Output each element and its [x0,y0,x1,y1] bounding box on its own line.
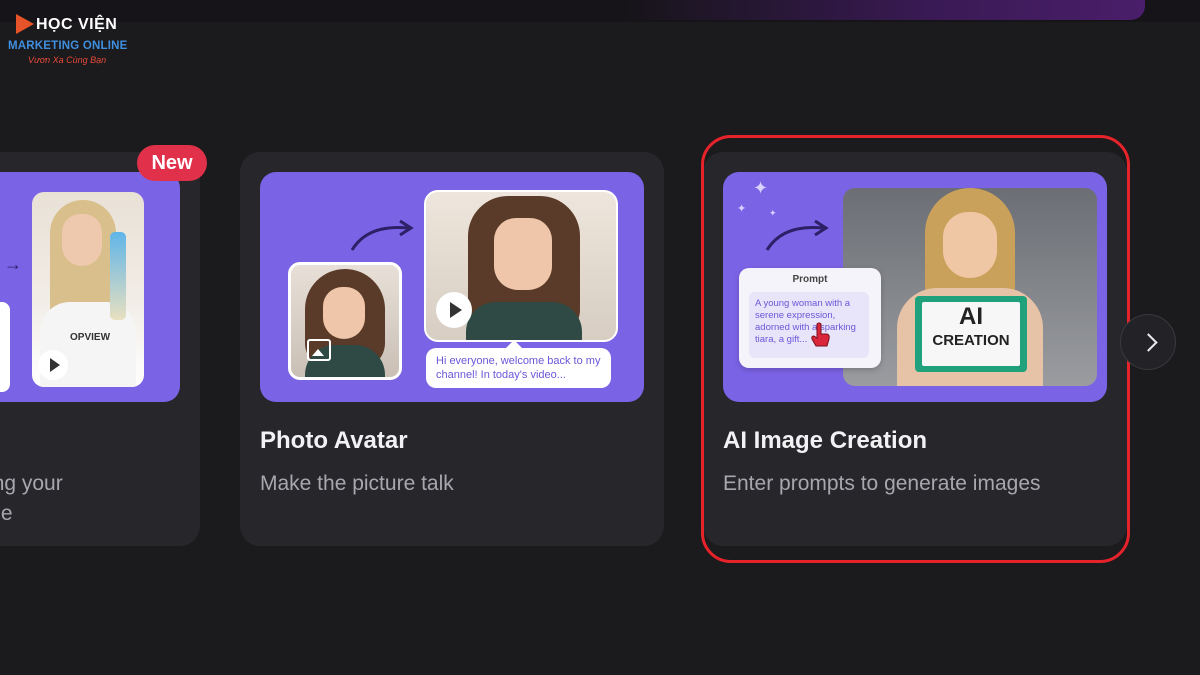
top-bar [0,0,1200,22]
watermark-subtitle: MARKETING ONLINE [8,40,128,52]
watermark-title: HỌC VIỆN [36,16,118,33]
highlight-outline [701,135,1130,563]
arrow-icon: → [4,254,22,274]
card-thumbnail: → OPVIEW [0,172,180,402]
speech-bubble: Hi everyone, welcome back to my channel!… [426,340,611,388]
thumbnail-panel [0,302,10,392]
photo-face [323,287,365,339]
feature-card-photo-avatar[interactable]: Hi everyone, welcome back to my channel!… [240,152,664,546]
avatar-face [62,214,102,266]
animated-avatar [424,190,618,342]
product-bottle [110,232,126,320]
carousel-next-button[interactable] [1120,314,1176,370]
watermark-logo: HỌC VIỆN MARKETING ONLINE Vươn Xa Cùng B… [6,10,136,70]
play-icon[interactable] [38,350,68,380]
curved-arrow-icon [350,219,414,251]
shirt-text: OPVIEW [70,332,111,343]
avatar-photo: OPVIEW [32,192,144,387]
image-icon [307,339,331,361]
card-description-line1: olding your [0,472,63,495]
new-badge: New [137,145,207,181]
card-thumbnail: Hi everyone, welcome back to my channel!… [260,172,644,402]
play-icon[interactable] [436,292,472,328]
source-photo [288,262,402,380]
card-description-line2: mage [0,502,13,525]
avatar-shirt [466,302,582,340]
card-description: Make the picture talk [260,472,454,495]
card-title: Photo Avatar [260,427,408,454]
logo-play-icon [16,14,34,34]
feature-card-product-avatar[interactable]: → OPVIEW olding your mage [0,152,200,546]
watermark-slogan: Vươn Xa Cùng Bạn [28,55,107,65]
card-description: olding your mage [0,469,63,529]
avatar-face [494,218,552,290]
top-bar-glow [620,0,1145,20]
